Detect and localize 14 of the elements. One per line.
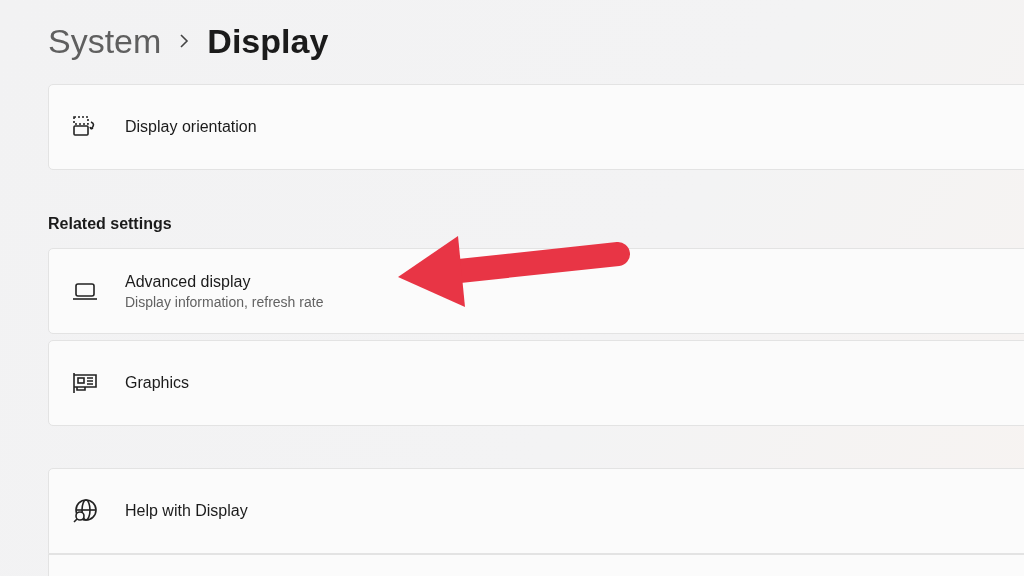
breadcrumb-item: Display — [207, 21, 329, 61]
settings-card[interactable]: Display orientation — [48, 84, 1024, 170]
settings-card[interactable]: Graphics — [48, 340, 1024, 426]
settings-card[interactable]: Help with Display — [48, 468, 1024, 554]
setting-title: Display orientation — [125, 118, 257, 136]
settings-card[interactable]: Advanced display Display information, refresh rate — [48, 248, 1024, 334]
setting-description: Display information, refresh rate — [125, 293, 324, 310]
section-heading: Related settings — [48, 215, 173, 233]
breadcrumb-item[interactable]: System — [48, 21, 162, 61]
setting-title: Graphics — [125, 374, 190, 392]
globe-search-icon — [71, 497, 99, 525]
setting-title: Help with Display — [125, 502, 248, 520]
setting-title: Advanced display — [125, 272, 252, 291]
chevron-right-icon — [179, 34, 190, 48]
